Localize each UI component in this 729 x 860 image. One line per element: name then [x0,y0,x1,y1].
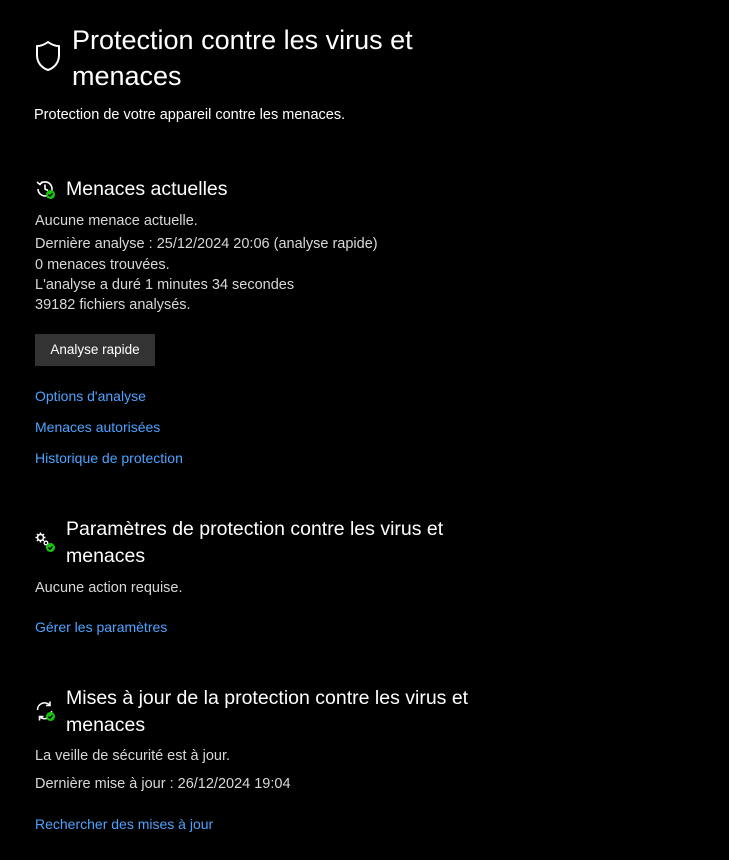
settings-gears-icon [35,532,55,552]
allowed-threats-link[interactable]: Menaces autorisées [35,417,160,437]
update-sync-icon [36,701,55,721]
quick-scan-button[interactable]: Analyse rapide [35,334,155,366]
scan-duration-text: L'analyse a duré 1 minutes 34 secondes [35,277,295,293]
shield-icon [36,41,60,71]
virus-threat-protection-page: Protection contre les virus et menaces P… [0,0,729,860]
scan-options-link[interactable]: Options d'analyse [35,386,146,406]
section-title-protection-updates: Mises à jour de la protection contre les… [66,687,469,736]
threats-found-text: 0 menaces trouvées. [35,257,170,273]
threat-status-text: Aucune menace actuelle. [35,213,198,229]
section-title-protection-settings: Paramètres de protection contre les viru… [66,518,444,567]
page-title: Protection contre les virus et menaces [72,25,413,91]
last-update-text: Dernière mise à jour : 26/12/2024 19:04 [35,776,291,792]
files-scanned-text: 39182 fichiers analysés. [35,297,191,313]
scan-history-icon [36,180,55,199]
page-subtitle: Protection de votre appareil contre les … [34,107,346,123]
settings-status-text: Aucune action requise. [35,580,183,596]
section-title-current-threats: Menaces actuelles [66,178,228,200]
update-status-text: La veille de sécurité est à jour. [35,748,231,764]
check-updates-link[interactable]: Rechercher des mises à jour [35,814,213,834]
last-scan-text: Dernière analyse : 25/12/2024 20:06 (ana… [35,236,378,252]
protection-history-link[interactable]: Historique de protection [35,448,183,468]
manage-settings-link[interactable]: Gérer les paramètres [35,617,167,637]
